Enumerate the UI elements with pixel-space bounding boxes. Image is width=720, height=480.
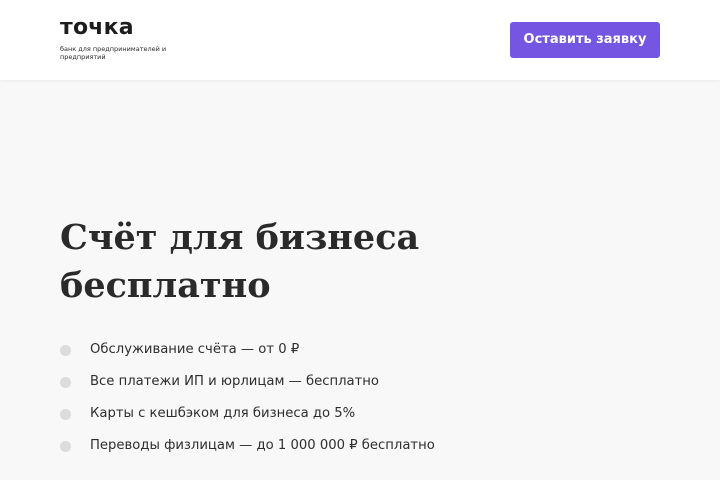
logo-tagline: банк для предпринимателей и предприятий — [60, 45, 167, 61]
hero-title-line-2: бесплатно — [60, 265, 271, 306]
feature-list: Обслуживание счёта — от 0 ₽ Все платежи … — [60, 334, 540, 461]
logo[interactable]: точка банк для предпринимателей и предпр… — [60, 14, 190, 66]
feature-item: Все платежи ИП и юрлицам — бесплатно — [60, 366, 540, 398]
feature-text: Все платежи ИП и юрлицам — бесплатно — [90, 374, 379, 389]
feature-item: Карты с кешбэком для бизнеса до 5% — [60, 398, 540, 430]
bullet-icon — [60, 409, 71, 420]
hero-title: Счёт для бизнеса бесплатно — [60, 214, 520, 310]
hero-title-line-1: Счёт для бизнеса — [60, 217, 420, 258]
logo-wordmark: точка — [60, 15, 134, 40]
feature-text: Переводы физлицам — до 1 000 000 ₽ беспл… — [90, 437, 435, 453]
feature-item: Переводы физлицам — до 1 000 000 ₽ беспл… — [60, 430, 540, 462]
feature-item: Обслуживание счёта — от 0 ₽ — [60, 334, 540, 366]
apply-button[interactable]: Оставить заявку — [510, 22, 660, 58]
bullet-icon — [60, 440, 71, 452]
bullet-icon — [60, 345, 71, 356]
bullet-icon — [60, 377, 71, 388]
site-header: точка банк для предпринимателей и предпр… — [0, 0, 720, 80]
feature-text: Карты с кешбэком для бизнеса до 5% — [90, 406, 356, 421]
feature-text: Обслуживание счёта — от 0 ₽ — [90, 342, 300, 357]
